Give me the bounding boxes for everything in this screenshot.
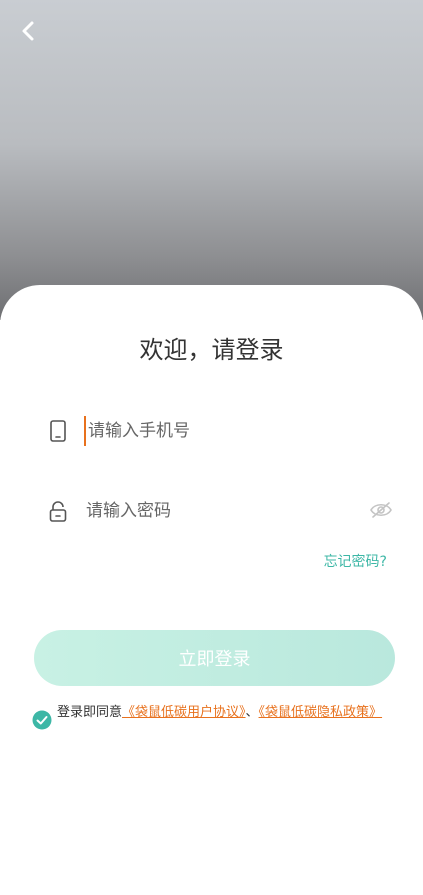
password-input[interactable] xyxy=(86,496,356,526)
chevron-left-icon xyxy=(22,21,34,41)
phone-icon xyxy=(50,420,66,442)
privacy-policy-link[interactable]: 《袋鼠低碳隐私政策》 xyxy=(259,705,383,720)
login-button[interactable]: 立即登录 xyxy=(34,630,395,686)
user-agreement-link[interactable]: 《袋鼠低碳用户协议》 xyxy=(122,705,246,720)
hero-illustration xyxy=(0,0,423,320)
phone-input[interactable] xyxy=(84,416,358,446)
page-title: 欢迎，请登录 xyxy=(139,336,284,364)
login-sheet xyxy=(0,285,423,895)
eye-off-icon[interactable] xyxy=(369,500,393,520)
agreement-prefix: 登录即同意 xyxy=(57,705,123,720)
lock-icon xyxy=(49,501,67,522)
forgot-password-link[interactable]: 忘记密码? xyxy=(324,551,387,571)
back-button[interactable] xyxy=(14,16,44,46)
agreement-separator: 、 xyxy=(245,705,259,720)
agreement-text: 登录即同意《袋鼠低碳用户协议》、《袋鼠低碳隐私政策》 xyxy=(57,704,387,722)
check-circle-icon[interactable] xyxy=(32,710,52,730)
